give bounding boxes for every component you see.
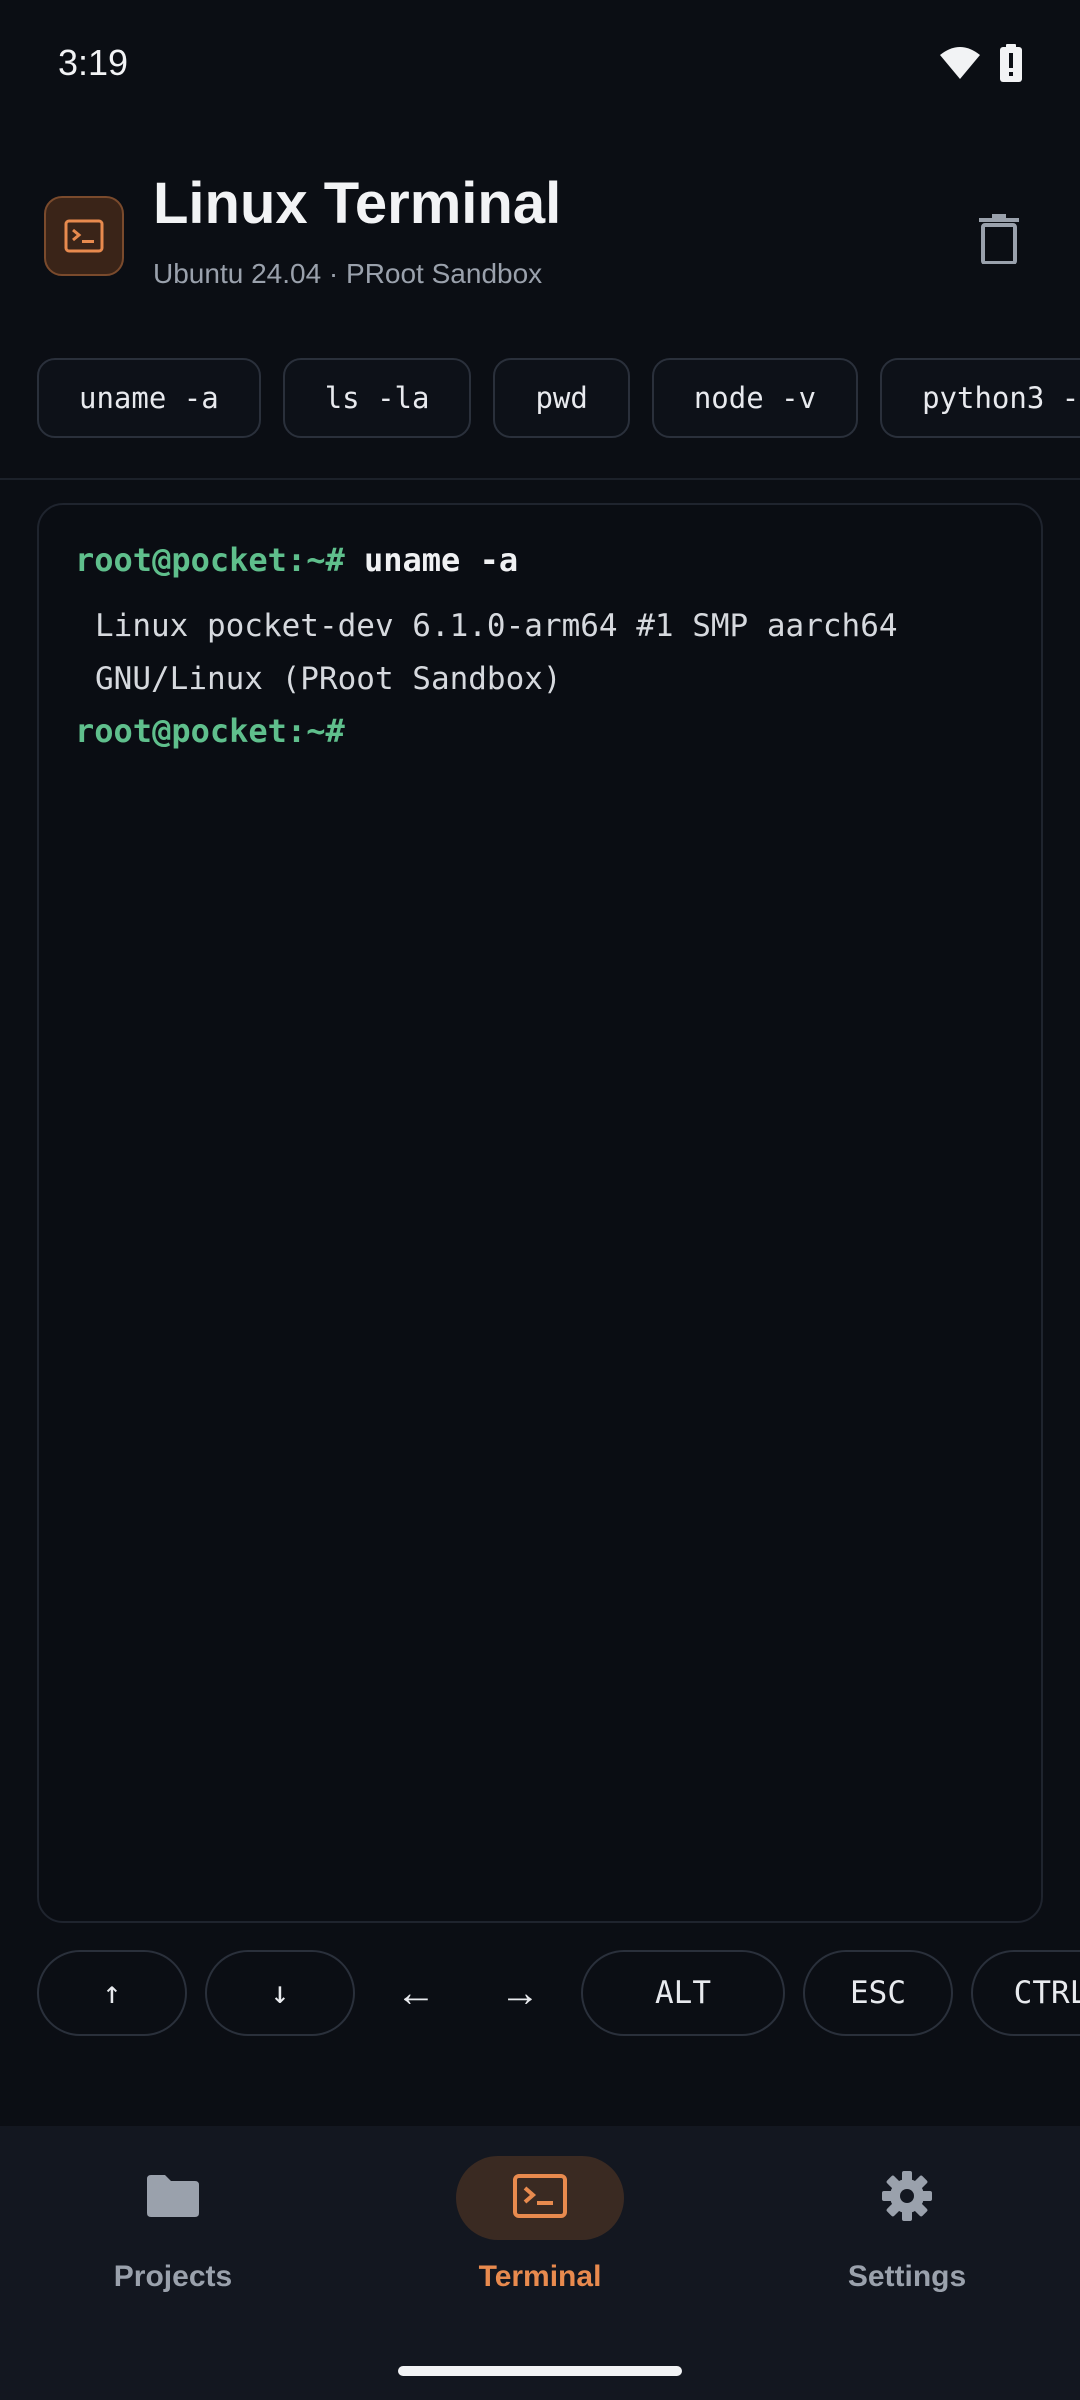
chip-pwd[interactable]: pwd [493,358,630,438]
chip-ls[interactable]: ls -la [282,358,472,438]
gear-icon [880,2169,934,2228]
terminal-output[interactable]: root@pocket:~# uname -a Linux pocket-dev… [37,503,1043,1923]
trash-icon [979,213,1019,269]
key-ctrl[interactable]: CTRL [971,1950,1080,2036]
key-left[interactable]: ← [373,1950,459,2036]
current-prompt: root@pocket:~# [75,712,345,750]
chip-node[interactable]: node -v [651,358,859,438]
bottom-nav: Projects Terminal Settings [0,2126,1080,2400]
status-icons [938,44,1022,87]
key-right[interactable]: → [477,1950,563,2036]
nav-label: Projects [113,2260,233,2293]
terminal-input-line[interactable]: root@pocket:~# [75,712,345,750]
nav-projects[interactable]: Projects [53,2156,293,2294]
key-alt[interactable]: ALT [581,1950,785,2036]
key-esc[interactable]: ESC [803,1950,953,2036]
clear-terminal-button[interactable] [964,206,1034,276]
output-line: Linux pocket-dev 6.1.0-arm64 #1 SMP aarc… [95,608,898,644]
terminal-command-line: root@pocket:~# uname -a [75,541,518,579]
battery-alert-icon [1000,44,1022,87]
page-subtitle: Ubuntu 24.04 · PRoot Sandbox [153,258,543,289]
wifi-icon [938,45,982,86]
chip-python[interactable]: python3 -- [880,358,1080,438]
terminal-icon [513,2173,567,2223]
folder-icon [145,2173,201,2224]
nav-label: Terminal [478,2260,602,2293]
status-time: 3:19 [58,42,129,83]
divider [0,478,1080,480]
extra-keys-row: ↑ ↓ ← → ALT ESC CTRL [37,1950,1080,2036]
prompt: root@pocket:~# [75,541,345,579]
header: Linux Terminal Ubuntu 24.04 · PRoot Sand… [0,170,1080,310]
page-title: Linux Terminal [153,171,562,236]
key-up[interactable]: ↑ [37,1950,187,2036]
nav-terminal[interactable]: Terminal [420,2156,660,2294]
command-text: uname -a [363,541,519,579]
home-indicator[interactable] [398,2366,682,2376]
screen: 3:19 Linux Terminal Ubuntu 24.04 · PRoot… [0,0,1080,2400]
nav-settings[interactable]: Settings [787,2156,1027,2294]
key-down[interactable]: ↓ [205,1950,355,2036]
nav-label: Settings [847,2260,967,2293]
output-line: GNU/Linux (PRoot Sandbox) [95,661,562,697]
terminal-icon [44,196,124,276]
chip-uname[interactable]: uname -a [37,358,261,438]
status-bar: 3:19 [0,0,1080,130]
quick-command-chips: uname -a ls -la pwd node -v python3 -- [37,358,1080,438]
